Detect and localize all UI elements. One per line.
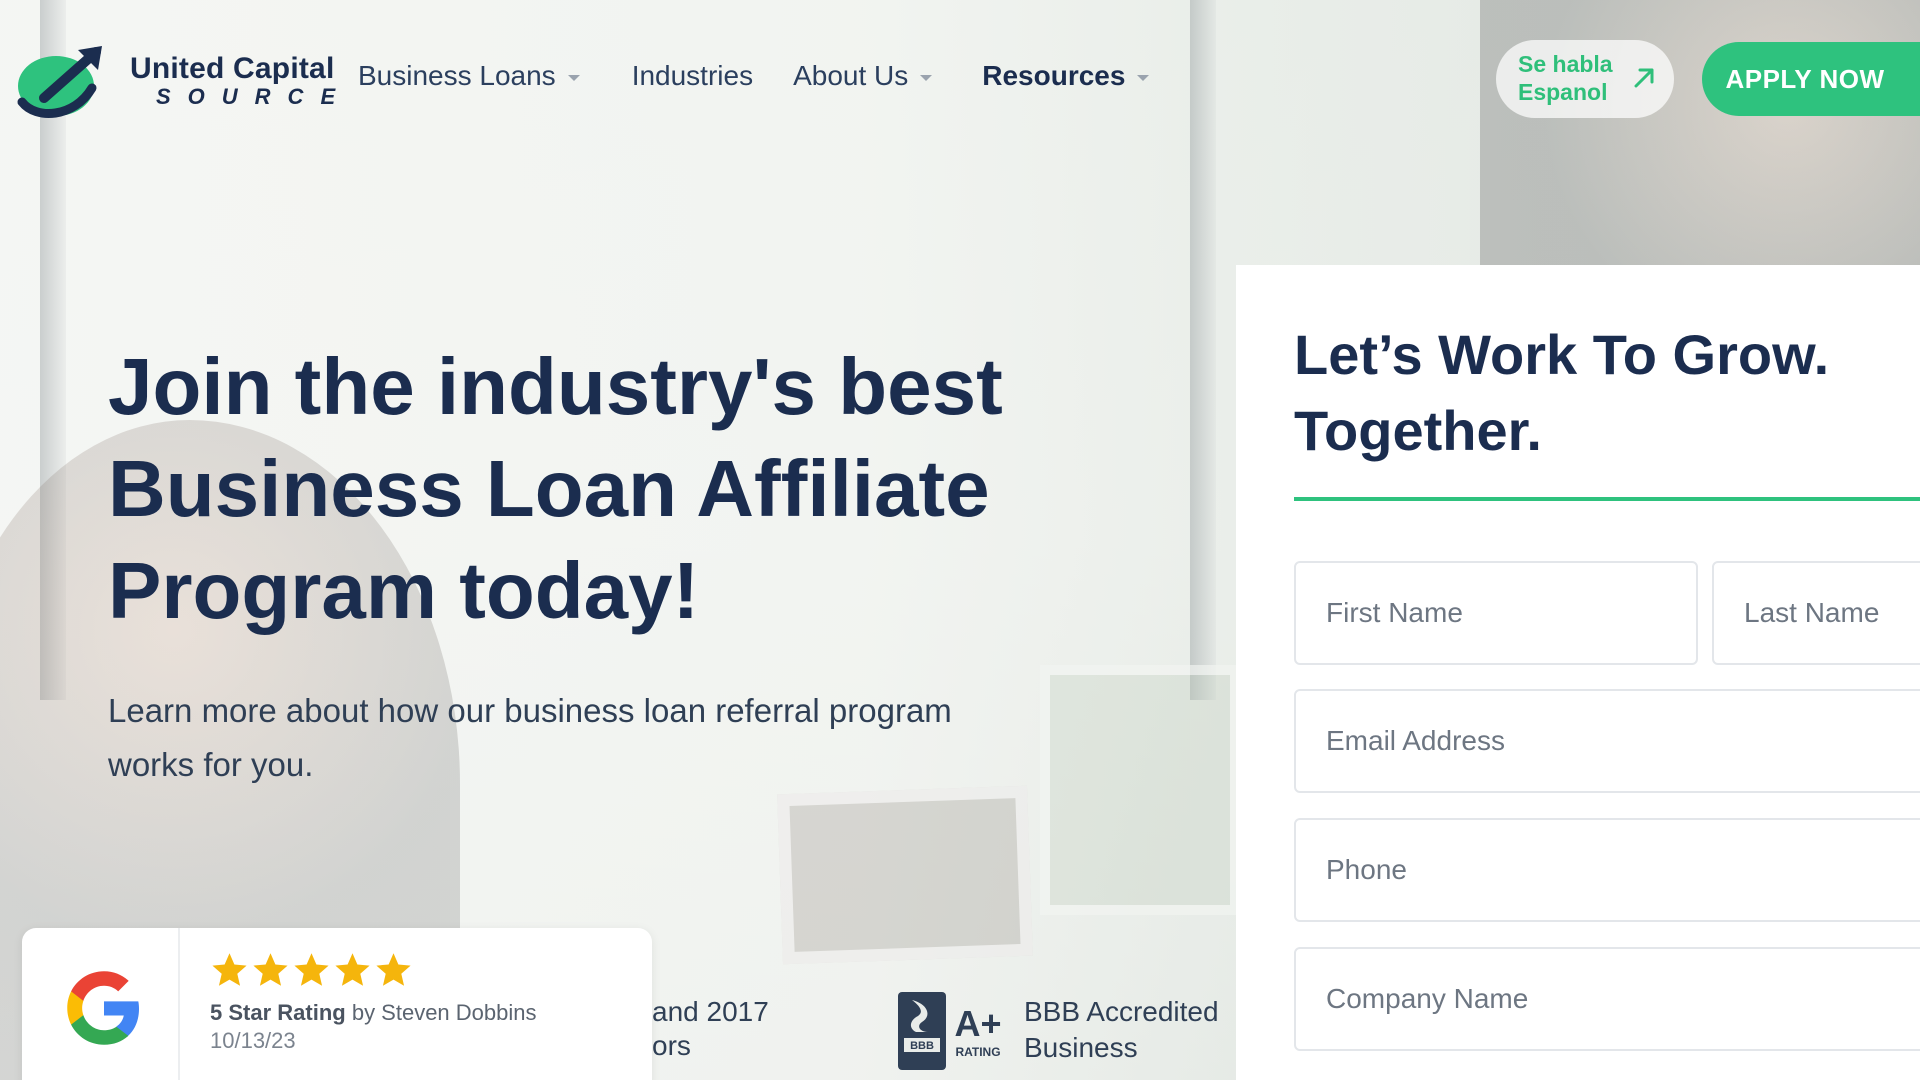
- star-icon: [212, 953, 247, 986]
- star-icon: [376, 953, 411, 986]
- last-name-field[interactable]: [1714, 563, 1920, 663]
- svg-text:A+: A+: [954, 1003, 1001, 1044]
- email-field-wrapper: [1294, 689, 1920, 793]
- first-name-field-wrapper: [1294, 561, 1698, 665]
- chevron-down-icon: [567, 75, 580, 81]
- email-field[interactable]: [1296, 691, 1920, 791]
- lead-form-panel: Let’s Work To Grow. Together.: [1236, 265, 1920, 1080]
- spanish-link-label: Se habla Espanol: [1518, 51, 1613, 105]
- nav-industries[interactable]: Industries: [632, 60, 753, 92]
- first-name-field[interactable]: [1296, 563, 1696, 663]
- logo-subtext: SOURCE: [156, 84, 353, 109]
- google-icon: [67, 971, 139, 1045]
- card-divider: [178, 928, 180, 1080]
- company-field-wrapper: [1294, 947, 1920, 1051]
- apply-now-button[interactable]: APPLY NOW: [1702, 42, 1920, 116]
- nav-resources[interactable]: Resources: [982, 60, 1150, 92]
- bbb-text-line: BBB Accredited: [1024, 996, 1219, 1027]
- bbb-logo-icon: BBB A+ RATING: [898, 992, 1002, 1070]
- review-author: by Steven Dobbins: [351, 1000, 537, 1025]
- external-arrow-icon: [1634, 68, 1654, 88]
- logo-mark-icon: [17, 46, 102, 118]
- form-divider: [1294, 497, 1920, 501]
- company-name-field[interactable]: [1296, 949, 1920, 1049]
- star-icon: [335, 953, 370, 986]
- background-photo-frame: [777, 785, 1033, 965]
- review-rating-label: 5 Star Rating: [210, 1000, 346, 1025]
- hero-subtext: Learn more about how our business loan r…: [108, 692, 952, 783]
- star-rating: [210, 950, 413, 989]
- nav-label: Industries: [631, 60, 754, 91]
- hero-headline: Join the industry's best Business Loan A…: [108, 342, 1003, 635]
- svg-text:RATING: RATING: [955, 1045, 1000, 1059]
- nav-label: Resources: [982, 60, 1126, 91]
- award-text: and 2017: [652, 996, 769, 1027]
- chevron-down-icon: [920, 75, 933, 81]
- form-title: Let’s Work To Grow. Together.: [1294, 323, 1830, 462]
- review-rating-text: 5 Star Rating by Steven Dobbins: [210, 1000, 537, 1026]
- last-name-field-wrapper: [1712, 561, 1920, 665]
- nav-about-us[interactable]: About Us: [793, 60, 933, 92]
- background-photo-frame: [1040, 665, 1240, 915]
- phone-field-wrapper: [1294, 818, 1920, 922]
- bbb-accredited-text: BBB Accredited Business: [1024, 994, 1224, 1066]
- chevron-down-icon: [1137, 75, 1150, 81]
- logo[interactable]: United Capital SOURCE: [14, 42, 335, 120]
- main-nav: Business Loans Industries About Us Resou…: [358, 56, 1150, 96]
- google-review-card[interactable]: 5 Star Rating by Steven Dobbins 10/13/23: [22, 928, 652, 1080]
- star-icon: [253, 953, 288, 986]
- nav-label: About Us: [793, 60, 909, 91]
- logo-text: United Capital: [130, 52, 335, 85]
- bbb-text-line: Business: [1024, 1032, 1138, 1063]
- phone-field[interactable]: [1296, 820, 1920, 920]
- spanish-language-link[interactable]: Se habla Espanol: [1496, 40, 1674, 118]
- svg-text:BBB: BBB: [910, 1040, 934, 1052]
- award-text: ors: [652, 1030, 691, 1061]
- star-icon: [294, 953, 329, 986]
- site-header: United Capital SOURCE Business Loans Ind…: [0, 0, 1920, 150]
- review-date: 10/13/23: [210, 1028, 296, 1053]
- nav-label: Business Loans: [358, 60, 556, 91]
- nav-business-loans[interactable]: Business Loans: [358, 60, 580, 92]
